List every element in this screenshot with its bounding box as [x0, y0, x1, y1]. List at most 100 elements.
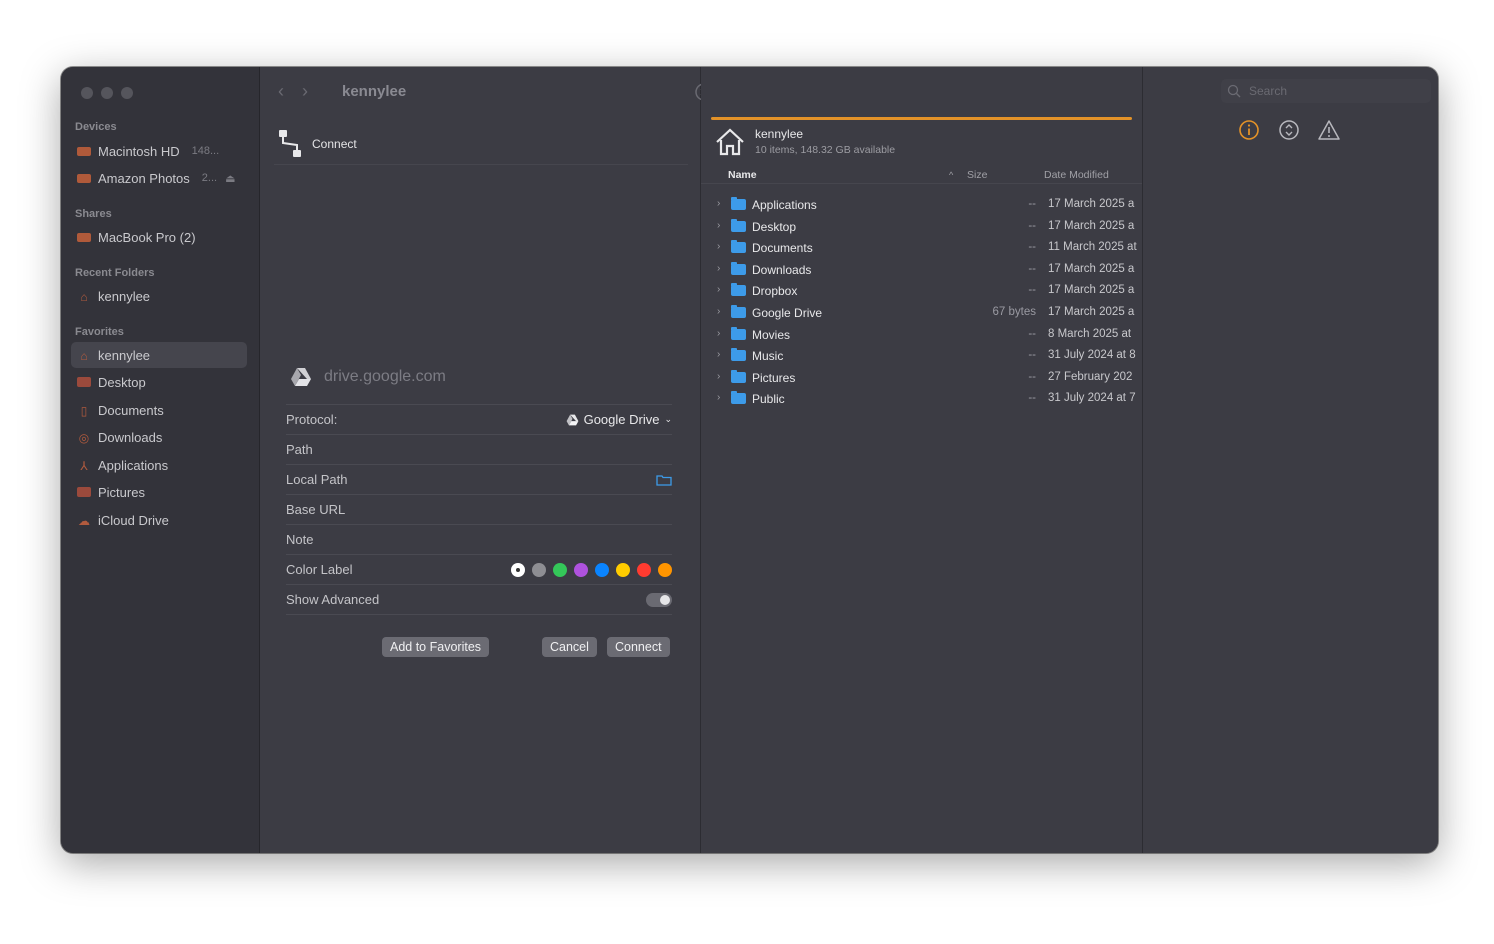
file-size: --: [1028, 349, 1036, 362]
sidebar-item-macbook-pro[interactable]: MacBook Pro (2): [71, 224, 247, 250]
location-header: kennylee 10 items, 148.32 GB available: [715, 127, 895, 156]
show-advanced-row: Show Advanced: [286, 584, 672, 615]
color-swatch[interactable]: [658, 562, 672, 577]
disclosure-chevron-icon[interactable]: ›: [717, 284, 720, 295]
search-placeholder: Search: [1249, 84, 1288, 98]
hard-drive-icon: [77, 146, 91, 156]
table-row[interactable]: › Documents -- 11 March 2025 at: [701, 237, 1142, 259]
eject-icon[interactable]: ⏏: [225, 172, 235, 185]
home-icon: ⌂: [80, 349, 88, 363]
table-row[interactable]: › Music -- 31 July 2024 at 8: [701, 345, 1142, 367]
info-icon[interactable]: [1238, 119, 1260, 141]
close-window-button[interactable]: [81, 87, 93, 99]
server-address[interactable]: drive.google.com: [324, 368, 446, 386]
disclosure-chevron-icon[interactable]: ›: [717, 371, 720, 382]
color-swatch[interactable]: [532, 562, 546, 577]
protocol-select[interactable]: Google Drive ⌄: [566, 412, 672, 427]
file-size: --: [1028, 392, 1036, 405]
sidebar-item-kennylee[interactable]: ⌂ kennylee: [71, 342, 247, 368]
table-row[interactable]: › Movies -- 8 March 2025 at: [701, 324, 1142, 346]
file-size: --: [1028, 284, 1036, 297]
navigation-arrows: ‹›: [278, 81, 326, 102]
applications-icon: ⅄: [80, 459, 88, 473]
file-name: Downloads: [752, 262, 812, 277]
home-icon: [716, 128, 744, 155]
warning-icon[interactable]: [1318, 119, 1340, 141]
folder-icon[interactable]: [656, 474, 672, 486]
color-swatch[interactable]: [595, 562, 609, 577]
disclosure-chevron-icon[interactable]: ›: [717, 220, 720, 231]
sidebar-section-favorites: Favorites: [75, 326, 124, 338]
connect-button[interactable]: Connect: [607, 637, 670, 657]
color-swatch[interactable]: [511, 562, 525, 577]
file-date: 31 July 2024 at 8: [1048, 349, 1136, 362]
disclosure-chevron-icon[interactable]: ›: [717, 306, 720, 317]
file-name: Movies: [752, 327, 791, 342]
table-row[interactable]: › Dropbox -- 17 March 2025 a: [701, 280, 1142, 302]
sidebar-section-shares: Shares: [75, 208, 112, 220]
file-size: 67 bytes: [992, 305, 1036, 318]
file-name: Desktop: [752, 219, 797, 234]
pictures-icon: [77, 487, 91, 497]
path-title: kennylee: [342, 83, 407, 100]
sync-status-icon[interactable]: [1278, 119, 1300, 141]
local-path-row[interactable]: Local Path: [286, 464, 672, 494]
column-date-modified[interactable]: Date Modified: [1044, 169, 1109, 181]
sidebar-item-applications[interactable]: ⅄ Applications: [71, 452, 247, 478]
file-size: --: [1028, 262, 1036, 275]
sidebar-item-macintosh-hd[interactable]: Macintosh HD 148...: [71, 138, 247, 164]
sidebar-item-pictures[interactable]: Pictures: [71, 479, 247, 505]
note-row[interactable]: Note: [286, 524, 672, 554]
disclosure-chevron-icon[interactable]: ›: [717, 349, 720, 360]
sidebar-item-desktop[interactable]: Desktop: [71, 369, 247, 395]
file-date: 17 March 2025 a: [1048, 198, 1135, 210]
disclosure-chevron-icon[interactable]: ›: [717, 328, 720, 339]
forward-arrow-icon[interactable]: ›: [302, 81, 326, 101]
color-swatch[interactable]: [637, 562, 651, 577]
sidebar: Devices Macintosh HD 148... Amazon Photo…: [61, 67, 260, 853]
back-arrow-icon[interactable]: ‹: [278, 81, 302, 101]
color-swatches: [511, 562, 672, 577]
minimize-window-button[interactable]: [101, 87, 113, 99]
table-row[interactable]: › Google Drive 67 bytes 17 March 2025 a: [701, 302, 1142, 324]
file-date: 31 July 2024 at 7: [1048, 392, 1136, 405]
disclosure-chevron-icon[interactable]: ›: [717, 198, 720, 209]
color-swatch[interactable]: [616, 562, 630, 577]
table-row[interactable]: › Pictures -- 27 February 202: [701, 367, 1142, 389]
connect-pane: ‹› kennylee Connect drive.google.com Pro…: [260, 67, 701, 853]
app-window: Devices Macintosh HD 148... Amazon Photo…: [61, 67, 1438, 853]
download-icon: ◎: [78, 431, 90, 445]
path-row[interactable]: Path: [286, 434, 672, 464]
zoom-window-button[interactable]: [121, 87, 133, 99]
column-size[interactable]: Size: [967, 169, 987, 181]
table-row[interactable]: › Downloads -- 17 March 2025 a: [701, 259, 1142, 281]
file-size: --: [1028, 198, 1036, 210]
folder-icon: [731, 304, 746, 318]
base-url-row[interactable]: Base URL: [286, 494, 672, 524]
disclosure-chevron-icon[interactable]: ›: [717, 241, 720, 252]
sidebar-item-downloads[interactable]: ◎ Downloads: [71, 424, 247, 450]
active-pane-indicator: [711, 117, 1132, 120]
search-icon: [1227, 84, 1241, 98]
sidebar-item-amazon-photos[interactable]: Amazon Photos 2... ⏏: [71, 165, 247, 191]
table-row[interactable]: › Public -- 31 July 2024 at 7: [701, 388, 1142, 410]
sidebar-item-icloud-drive[interactable]: ☁ iCloud Drive: [71, 507, 247, 533]
table-row[interactable]: › Applications -- 17 March 2025 a: [701, 194, 1142, 216]
add-to-favorites-button[interactable]: Add to Favorites: [382, 637, 490, 657]
sidebar-item-recent-kennylee[interactable]: ⌂ kennylee: [71, 283, 247, 309]
search-field[interactable]: Search: [1221, 79, 1431, 103]
disclosure-chevron-icon[interactable]: ›: [717, 392, 720, 403]
cancel-button[interactable]: Cancel: [542, 637, 597, 657]
color-swatch[interactable]: [553, 562, 567, 577]
connect-icon: [279, 130, 301, 157]
color-swatch[interactable]: [574, 562, 588, 577]
disclosure-chevron-icon[interactable]: ›: [717, 263, 720, 274]
show-advanced-toggle[interactable]: [646, 592, 672, 607]
table-row[interactable]: › Desktop -- 17 March 2025 a: [701, 216, 1142, 238]
connect-title: Connect: [312, 137, 357, 151]
file-size: --: [1028, 370, 1036, 383]
file-date: 11 March 2025 at: [1048, 241, 1137, 254]
sidebar-item-documents[interactable]: ▯ Documents: [71, 397, 247, 423]
column-name[interactable]: Name: [728, 169, 757, 181]
file-name: Public: [752, 392, 785, 407]
